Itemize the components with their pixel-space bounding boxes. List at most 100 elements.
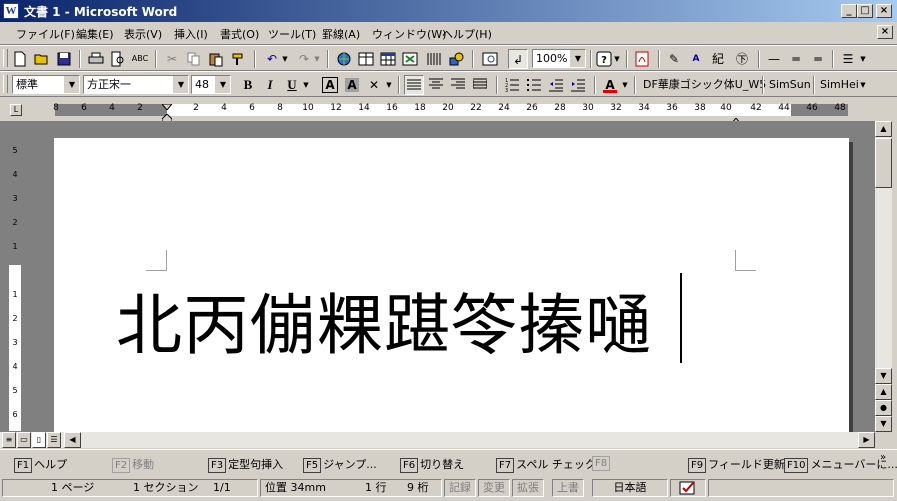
fkey-f6[interactable]: F6 切り替え xyxy=(400,456,464,473)
spelling-check-icon[interactable]: ABC xyxy=(130,49,150,69)
fkey-f1[interactable]: F1 ヘルプ xyxy=(14,456,67,473)
status-position[interactable]: 位置 34mm 1 行 9 桁 xyxy=(260,479,442,497)
character-shading-button[interactable]: A xyxy=(342,75,362,95)
bullets-icon[interactable] xyxy=(524,75,544,95)
office-assistant-icon[interactable]: ? xyxy=(594,49,614,69)
print-icon[interactable] xyxy=(86,49,106,69)
menu-format[interactable]: 書式(O) xyxy=(220,26,259,42)
toolbar-more-icon[interactable]: ▼ xyxy=(858,49,868,69)
pdf-icon[interactable] xyxy=(632,49,652,69)
align-center-icon[interactable] xyxy=(426,75,446,95)
cut-icon[interactable]: ✂ xyxy=(162,49,182,69)
font-size-combo[interactable]: 48 ▼ xyxy=(191,75,231,94)
columns-icon[interactable] xyxy=(424,49,444,69)
document-map-icon[interactable] xyxy=(480,49,500,69)
redo-dropdown-icon[interactable]: ▼ xyxy=(312,49,322,69)
font-button-simhei[interactable]: SimHei xyxy=(817,75,862,95)
normal-view-button[interactable]: ≡ xyxy=(2,432,16,448)
first-line-indent-marker[interactable] xyxy=(160,100,174,111)
document-text[interactable]: 北丙傰粿踸笭搸嗵 xyxy=(116,272,652,368)
print-preview-icon[interactable] xyxy=(108,49,128,69)
select-browse-object-button[interactable]: ● xyxy=(875,400,892,416)
undo-icon[interactable]: ↶ xyxy=(262,49,282,69)
encircle-character-icon[interactable]: ㊦ xyxy=(732,49,752,69)
enclose-characters-icon[interactable]: 紀 xyxy=(708,49,728,69)
scroll-down-button[interactable]: ▼ xyxy=(875,368,892,384)
font-combo[interactable]: 方正宋一 ▼ xyxy=(83,75,189,94)
print-layout-view-button[interactable]: ▯ xyxy=(32,432,46,448)
align-justify-icon[interactable] xyxy=(404,75,424,95)
bold-button[interactable]: B xyxy=(238,75,258,95)
scroll-right-button[interactable]: ▶ xyxy=(858,432,875,448)
zoom-combo[interactable]: 100% ▼ xyxy=(532,49,586,68)
distributed-align-icon[interactable] xyxy=(470,75,490,95)
decrease-indent-icon[interactable] xyxy=(546,75,566,95)
web-layout-view-button[interactable]: ▭ xyxy=(17,432,31,448)
menu-insert[interactable]: 挿入(I) xyxy=(174,26,208,42)
redo-icon[interactable]: ↷ xyxy=(294,49,314,69)
zoom-dropdown-icon[interactable]: ▼ xyxy=(570,50,585,67)
underline-dropdown-icon[interactable]: ▼ xyxy=(301,75,311,95)
double-line-icon[interactable]: ═ xyxy=(786,49,806,69)
font-dropdown-icon[interactable]: ▼ xyxy=(173,76,188,93)
help-dropdown-icon[interactable]: ▼ xyxy=(612,49,622,69)
hyperlink-icon[interactable] xyxy=(334,49,354,69)
save-icon[interactable] xyxy=(54,49,74,69)
toolbar-grip[interactable] xyxy=(3,75,8,93)
horizontal-scrollbar[interactable]: ≡ ▭ ▯ ☰ ◀ ▶ xyxy=(0,432,875,448)
status-page-section[interactable]: 1 ページ 1 セクション 1/1 xyxy=(2,479,258,497)
status-ext[interactable]: 拡張 xyxy=(512,479,544,497)
status-rec[interactable]: 記録 xyxy=(444,479,476,497)
title-bar[interactable]: W 文書 1 - Microsoft Word _ □ × xyxy=(0,0,897,22)
fkey-f2[interactable]: F2 移動 xyxy=(112,456,154,473)
previous-page-button[interactable]: ▲ xyxy=(875,384,892,400)
tab-selector-button[interactable]: L xyxy=(10,104,22,116)
align-right-icon[interactable] xyxy=(448,75,468,95)
paste-icon[interactable] xyxy=(206,49,226,69)
character-border-button[interactable]: A xyxy=(320,75,340,95)
format-painter-icon[interactable] xyxy=(228,49,248,69)
phonetic-guide-icon[interactable]: A xyxy=(686,49,706,69)
underline-button[interactable]: U xyxy=(282,75,302,95)
copy-icon[interactable] xyxy=(184,49,204,69)
fkey-f9[interactable]: F9 フィールド更新 xyxy=(688,456,785,473)
equal-lines-icon[interactable]: ═ xyxy=(808,49,828,69)
pen-icon[interactable]: ✎ xyxy=(664,49,684,69)
tables-borders-icon[interactable] xyxy=(356,49,376,69)
scroll-up-button[interactable]: ▲ xyxy=(875,121,892,137)
italic-button[interactable]: I xyxy=(260,75,280,95)
status-ovr[interactable]: 上書 xyxy=(552,479,584,497)
increase-indent-icon[interactable] xyxy=(568,75,588,95)
new-document-icon[interactable] xyxy=(10,49,30,69)
horizontal-line-icon[interactable]: — xyxy=(764,49,784,69)
text-columns-icon[interactable]: ☰ xyxy=(838,49,858,69)
status-spelling-book-icon[interactable] xyxy=(670,479,706,497)
insert-table-icon[interactable] xyxy=(378,49,398,69)
fkey-more-icon[interactable]: » xyxy=(880,452,886,463)
scroll-thumb[interactable] xyxy=(875,138,892,188)
font-button-simsun[interactable]: SimSun xyxy=(766,75,814,95)
close-button[interactable]: × xyxy=(876,4,892,18)
document-close-button[interactable]: × xyxy=(877,25,893,39)
fkey-f3[interactable]: F3 定型句挿入 xyxy=(208,456,283,473)
menu-window[interactable]: ウィンドウ(W) xyxy=(372,26,446,42)
minimize-button[interactable]: _ xyxy=(841,4,857,18)
vertical-scrollbar[interactable]: ▲ ▼ ▲ ● ▼ xyxy=(875,121,892,432)
fkey-f8[interactable]: F8 xyxy=(592,456,612,471)
font-color-dropdown-icon[interactable]: ▼ xyxy=(620,75,630,95)
show-hide-marks-icon[interactable]: ↲ xyxy=(508,49,528,69)
numbering-icon[interactable]: 123 xyxy=(502,75,522,95)
menu-edit[interactable]: 編集(E) xyxy=(76,26,114,42)
insert-excel-sheet-icon[interactable] xyxy=(400,49,420,69)
drawing-icon[interactable] xyxy=(446,49,466,69)
fkey-f5[interactable]: F5 ジャンプ... xyxy=(303,456,377,473)
style-dropdown-icon[interactable]: ▼ xyxy=(64,76,79,93)
font-color-button[interactable]: A xyxy=(600,75,620,95)
outline-view-button[interactable]: ☰ xyxy=(47,432,61,448)
menu-table[interactable]: 罫線(A) xyxy=(322,26,360,42)
status-language[interactable]: 日本語 xyxy=(592,479,668,497)
scroll-left-button[interactable]: ◀ xyxy=(64,432,81,448)
toolbar-grip[interactable] xyxy=(3,49,8,67)
menu-view[interactable]: 表示(V) xyxy=(124,26,162,42)
character-scaling-icon[interactable]: ✕ xyxy=(364,75,384,95)
